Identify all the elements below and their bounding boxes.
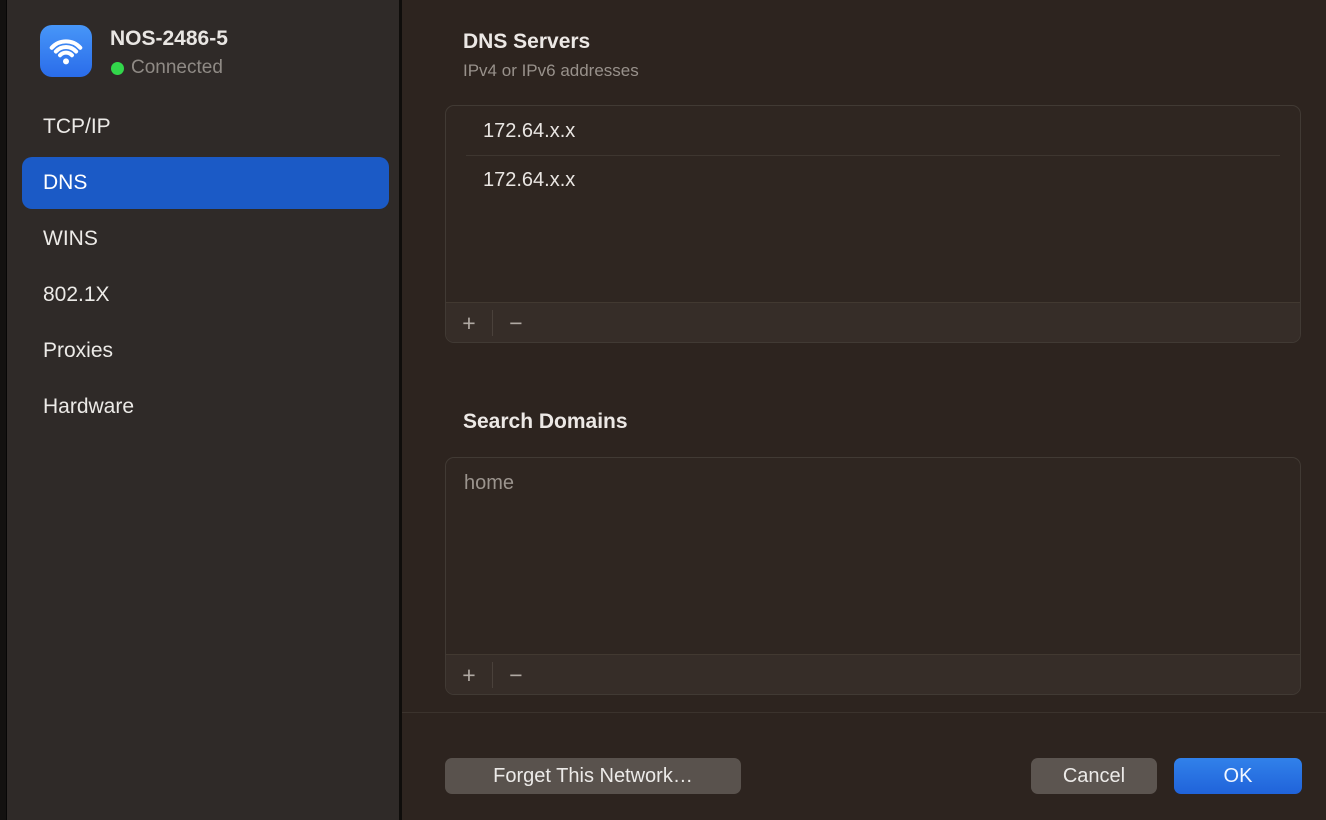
search-domains-toolbar: + −	[446, 654, 1300, 694]
window-edge	[0, 0, 7, 820]
sidebar-item-8021x[interactable]: 802.1X	[22, 269, 389, 321]
sidebar-item-wins[interactable]: WINS	[22, 213, 389, 265]
search-domains-title: Search Domains	[463, 410, 628, 434]
dns-settings-panel: DNS Servers IPv4 or IPv6 addresses 172.6…	[402, 0, 1326, 820]
connected-dot	[111, 62, 124, 75]
sidebar-item-tcpip[interactable]: TCP/IP	[22, 101, 389, 153]
search-domain-rows: home	[446, 459, 1300, 507]
remove-search-domain-button[interactable]: −	[493, 655, 539, 695]
dns-server-row[interactable]: 172.64.x.x	[446, 107, 1300, 155]
forget-network-button[interactable]: Forget This Network…	[445, 758, 741, 794]
dns-servers-subtitle: IPv4 or IPv6 addresses	[463, 61, 639, 81]
search-domains-list: home + −	[445, 457, 1301, 695]
ok-button[interactable]: OK	[1174, 758, 1302, 794]
cancel-button[interactable]: Cancel	[1031, 758, 1157, 794]
dns-servers-toolbar: + −	[446, 302, 1300, 342]
status-label: Connected	[131, 57, 223, 79]
network-name: NOS-2486-5	[110, 27, 228, 51]
dns-servers-title: DNS Servers	[463, 30, 590, 54]
remove-dns-server-button[interactable]: −	[493, 303, 539, 343]
sidebar-item-hardware[interactable]: Hardware	[22, 381, 389, 433]
dns-servers-list: 172.64.x.x 172.64.x.x + −	[445, 105, 1301, 343]
add-search-domain-button[interactable]: +	[446, 655, 492, 695]
wifi-icon	[40, 25, 92, 77]
network-sidebar: NOS-2486-5 Connected TCP/IP DNS WINS 802…	[7, 0, 399, 820]
add-dns-server-button[interactable]: +	[446, 303, 492, 343]
sidebar-item-proxies[interactable]: Proxies	[22, 325, 389, 377]
network-status: Connected	[111, 57, 223, 79]
footer-separator	[402, 712, 1326, 713]
search-domain-row[interactable]: home	[446, 459, 1300, 507]
sidebar-item-dns[interactable]: DNS	[22, 157, 389, 209]
settings-nav: TCP/IP DNS WINS 802.1X Proxies Hardware	[22, 101, 389, 437]
dns-server-rows: 172.64.x.x 172.64.x.x	[446, 107, 1300, 204]
dns-server-row[interactable]: 172.64.x.x	[446, 156, 1300, 204]
